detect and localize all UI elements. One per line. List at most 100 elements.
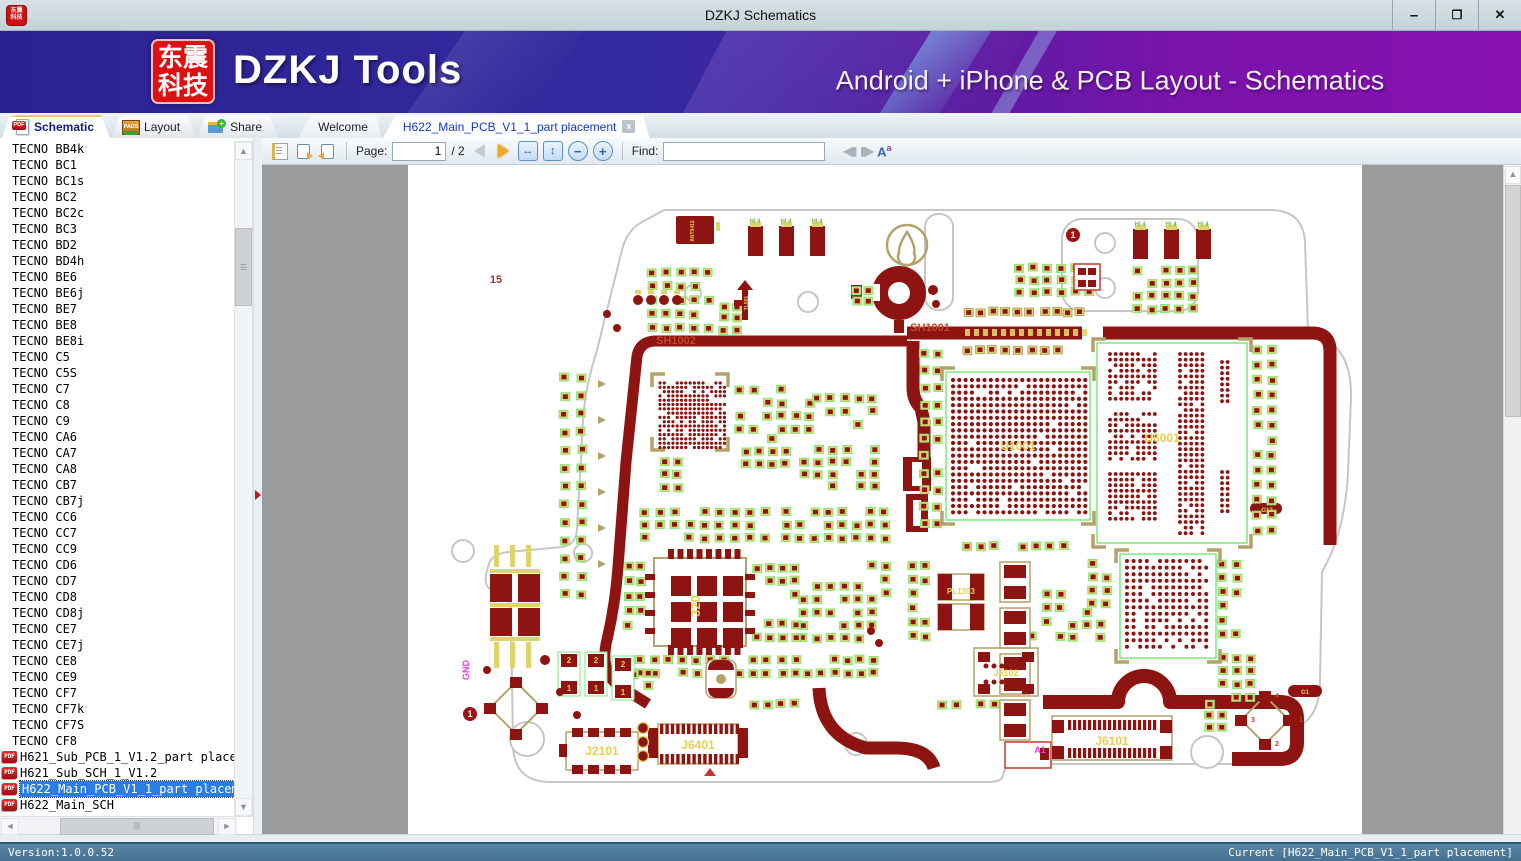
- list-item[interactable]: TECNO BD4h: [0, 253, 236, 269]
- list-item-pdf[interactable]: PDF H622_Main_SCH: [0, 797, 236, 813]
- svg-text:1: 1: [1070, 230, 1075, 240]
- pcb-label: HI 4: [780, 219, 792, 225]
- sidebar-splitter[interactable]: [253, 138, 262, 834]
- list-item[interactable]: TECNO CF8: [0, 733, 236, 749]
- pcb-label: HI 4: [1197, 222, 1209, 228]
- list-item[interactable]: TECNO BE8i: [0, 333, 236, 349]
- status-bar: Version:1.0.0.52 Current [H622_Main_PCB_…: [0, 842, 1521, 861]
- fit-page-icon[interactable]: ↕: [542, 141, 563, 161]
- pcb-label: HI 4: [749, 219, 761, 225]
- list-item[interactable]: TECNO BE7: [0, 301, 236, 317]
- list-item[interactable]: TECNO BC2: [0, 189, 236, 205]
- pcb-label: 15: [490, 274, 502, 286]
- list-item[interactable]: TECNO BC2c: [0, 205, 236, 221]
- list-item[interactable]: TECNO CB7: [0, 477, 236, 493]
- splitter-collapse-icon[interactable]: [255, 490, 261, 500]
- list-item[interactable]: TECNO CF7: [0, 685, 236, 701]
- fit-width-icon[interactable]: ↔: [517, 141, 538, 161]
- scroll-up-icon[interactable]: ▲: [235, 142, 252, 160]
- list-item[interactable]: TECNO CD6: [0, 557, 236, 573]
- doc-tab-welcome[interactable]: Welcome: [298, 115, 382, 138]
- scroll-right-icon[interactable]: ►: [218, 818, 236, 835]
- list-item[interactable]: TECNO CA7: [0, 445, 236, 461]
- viewer-vscroll-thumb[interactable]: [1505, 185, 1521, 417]
- sidebar-horizontal-scrollbar[interactable]: ◄ ||| ►: [0, 816, 237, 835]
- list-item[interactable]: TECNO CA8: [0, 461, 236, 477]
- scroll-down-icon[interactable]: ▼: [235, 798, 252, 816]
- document-pane: Page: / 2 ↔ ↕ − + Find: ◀▮ ▮▶ Aa 2 1 2 1 2 1 4…: [262, 138, 1521, 834]
- list-item-pdf[interactable]: PDFH622_Main_PCB_V1_1_part placement: [0, 780, 236, 798]
- list-item[interactable]: TECNO CC6: [0, 509, 236, 525]
- list-item[interactable]: TECNO CC7: [0, 525, 236, 541]
- list-item[interactable]: TECNO CD8: [0, 589, 236, 605]
- list-item-pdf[interactable]: PDFH621_Sub_PCB_1_V1.2_part placement: [0, 749, 236, 765]
- pdf-icon: PDF: [2, 751, 17, 763]
- doc-tab-h622[interactable]: H622_Main_PCB_V1_1_part placement x: [383, 115, 649, 138]
- list-item[interactable]: TECNO CF7k: [0, 701, 236, 717]
- doc-tab-close-icon[interactable]: x: [622, 120, 635, 133]
- tab-share[interactable]: + Share: [198, 115, 278, 138]
- svg-text:1: 1: [594, 684, 599, 693]
- tab-layout-label: Layout: [144, 119, 181, 134]
- list-item[interactable]: TECNO CE9: [0, 669, 236, 685]
- scroll-left-icon[interactable]: ◄: [1, 818, 19, 835]
- find-input[interactable]: [663, 141, 826, 161]
- window-title: DZKJ Schematics: [704, 7, 817, 23]
- list-item[interactable]: TECNO C8: [0, 397, 236, 413]
- list-item-pdf[interactable]: PDF H621_Sub_SCH_1_V1.2: [0, 765, 236, 781]
- svg-text:1: 1: [621, 688, 626, 697]
- list-item[interactable]: TECNO CD8j: [0, 605, 236, 621]
- list-item[interactable]: TECNO BC1: [0, 157, 236, 173]
- list-item[interactable]: TECNO C9: [0, 413, 236, 429]
- find-previous-icon[interactable]: ◀▮: [843, 144, 857, 158]
- match-case-icon[interactable]: Aa: [877, 143, 891, 159]
- sidebar-vertical-scrollbar[interactable]: ▲ ☰ ▼: [234, 141, 253, 817]
- pcb-placement-drawing[interactable]: 2 1 2 1 2 1 4 1 2 3 1 1 15 SH1002 SH1001 GND A1 J2101 J640…: [408, 165, 1362, 834]
- list-item[interactable]: TECNO BE6j: [0, 285, 236, 301]
- list-item[interactable]: TECNO C5: [0, 349, 236, 365]
- zoom-in-icon[interactable]: +: [592, 141, 613, 161]
- list-item[interactable]: TECNO CF7S: [0, 717, 236, 733]
- list-item[interactable]: TECNO CC9: [0, 541, 236, 557]
- list-item[interactable]: TECNO BC3: [0, 221, 236, 237]
- pcb-label: HI 4: [1134, 222, 1146, 228]
- list-item[interactable]: TECNO BE8: [0, 317, 236, 333]
- list-item[interactable]: TECNO CD7: [0, 573, 236, 589]
- list-item[interactable]: TECNO CE7: [0, 621, 236, 637]
- version-label: Version:1.0.0.52: [8, 846, 114, 859]
- tab-schematic[interactable]: PDF Schematic: [2, 115, 110, 138]
- doc-tab-welcome-label: Welcome: [318, 119, 368, 134]
- list-item[interactable]: TECNO BC1s: [0, 173, 236, 189]
- list-item[interactable]: TECNO CA6: [0, 429, 236, 445]
- find-next-icon[interactable]: ▮▶: [860, 144, 874, 158]
- tab-schematic-label: Schematic: [34, 119, 95, 134]
- doc-tab-h622-label: H622_Main_PCB_V1_1_part placement: [402, 119, 617, 134]
- list-item[interactable]: TECNO CE7j: [0, 637, 236, 653]
- viewer-scroll-up-icon[interactable]: ▲: [1505, 166, 1521, 184]
- zoom-out-icon[interactable]: −: [567, 141, 588, 161]
- pcb-viewer[interactable]: 2 1 2 1 2 1 4 1 2 3 1 1 15 SH1002 SH1001 GND A1 J2101 J640…: [262, 165, 1521, 834]
- page-number-input[interactable]: [392, 141, 447, 161]
- list-item[interactable]: TECNO BB4k: [0, 141, 236, 157]
- tab-layout[interactable]: PADS Layout: [112, 115, 196, 138]
- sidebar-hscroll-thumb[interactable]: |||: [60, 818, 214, 835]
- pcb-label: HI 4: [811, 219, 823, 225]
- pcb-label: TL501: [744, 296, 750, 311]
- list-item[interactable]: TECNO CE8: [0, 653, 236, 669]
- next-page-icon[interactable]: [494, 142, 513, 161]
- previous-view-icon[interactable]: [318, 142, 337, 161]
- banner-slogan: Android + iPhone & PCB Layout - Schemati…: [835, 65, 1385, 96]
- previous-page-icon[interactable]: [470, 142, 489, 161]
- single-page-icon[interactable]: [270, 142, 289, 161]
- viewer-vertical-scrollbar[interactable]: ▲: [1503, 165, 1521, 834]
- list-item[interactable]: TECNO CB7j: [0, 493, 236, 509]
- list-item[interactable]: TECNO BD2: [0, 237, 236, 253]
- sidebar-vscroll-thumb[interactable]: ☰: [235, 228, 252, 306]
- pcb-label: HI 4: [1165, 222, 1177, 228]
- list-item[interactable]: TECNO C7: [0, 381, 236, 397]
- pcb-label: SH1002: [656, 335, 696, 347]
- next-view-icon[interactable]: [294, 142, 313, 161]
- pcb-label: SH1001: [910, 322, 950, 334]
- list-item[interactable]: TECNO C5S: [0, 365, 236, 381]
- list-item[interactable]: TECNO BE6: [0, 269, 236, 285]
